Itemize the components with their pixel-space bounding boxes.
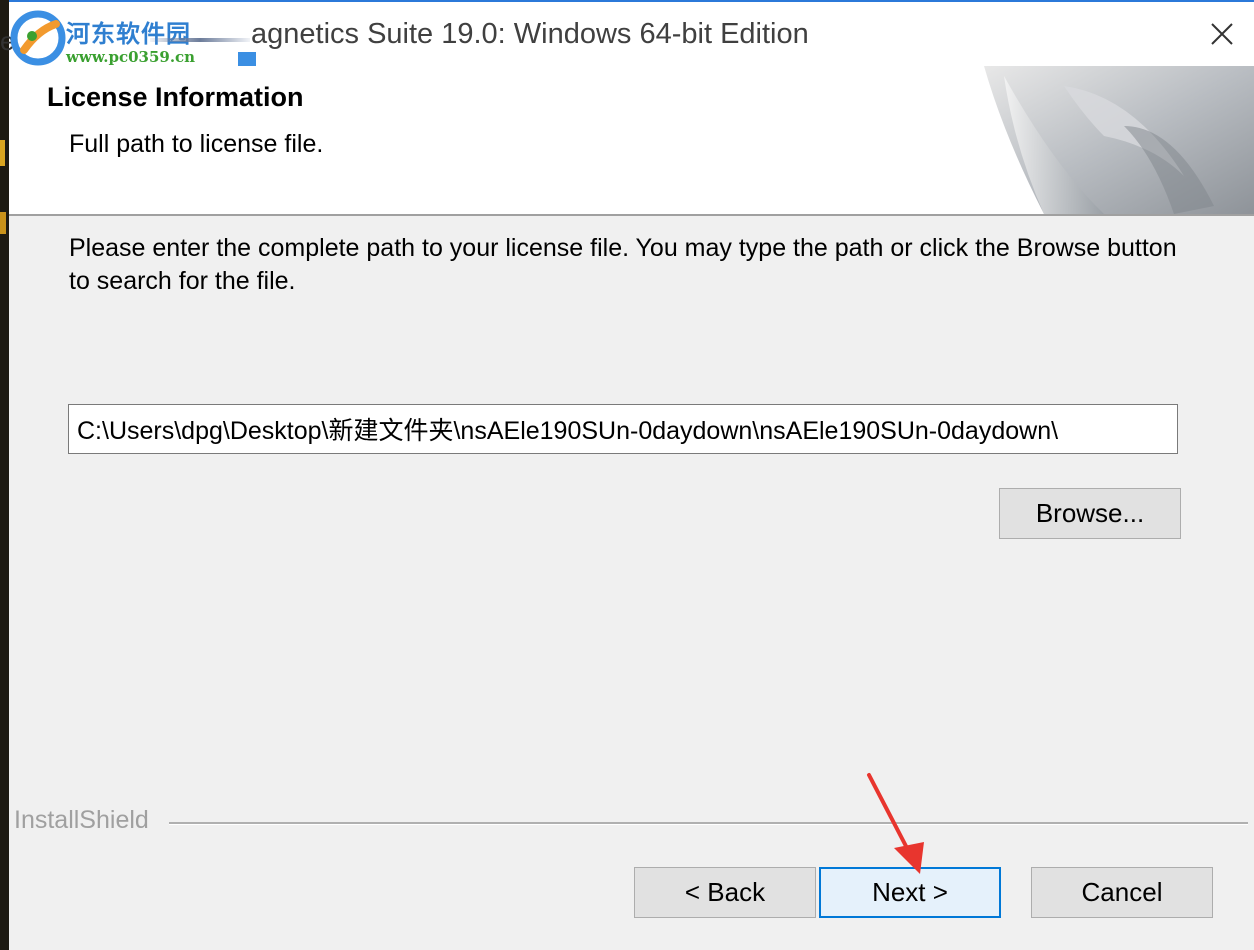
page-subtitle: Full path to license file. xyxy=(69,130,324,158)
page-curl-graphic xyxy=(984,66,1254,214)
watermark-logo-icon xyxy=(10,10,66,66)
next-button[interactable]: Next > xyxy=(819,867,1001,918)
page-title: License Information xyxy=(47,82,304,112)
watermark-name: 河东软件园 xyxy=(66,19,191,48)
wizard-header: License Information Full path to license… xyxy=(9,66,1254,214)
cancel-button[interactable]: Cancel xyxy=(1031,867,1213,918)
close-button[interactable] xyxy=(1196,8,1248,60)
window-title: agnetics Suite 19.0: Windows 64-bit Edit… xyxy=(251,18,809,50)
watermark-streak xyxy=(150,38,250,42)
installshield-label: InstallShield xyxy=(14,806,157,835)
installer-window: agnetics Suite 19.0: Windows 64-bit Edit… xyxy=(0,0,1254,950)
instructions-text: Please enter the complete path to your l… xyxy=(69,234,1177,295)
desktop-glint xyxy=(0,140,5,166)
watermark-url: www.pc0359.cn xyxy=(66,48,196,66)
license-path-input[interactable] xyxy=(68,404,1178,454)
close-icon xyxy=(1211,23,1233,45)
header-divider xyxy=(9,214,1254,216)
site-watermark: e 河东软件园 www.pc0359.cn xyxy=(0,4,260,68)
back-button[interactable]: < Back xyxy=(634,867,816,918)
browse-button[interactable]: Browse... xyxy=(999,488,1181,539)
installshield-divider xyxy=(169,822,1248,825)
desktop-background-strip xyxy=(0,0,9,950)
desktop-glint xyxy=(0,212,6,234)
annotation-arrow-icon xyxy=(867,773,924,874)
